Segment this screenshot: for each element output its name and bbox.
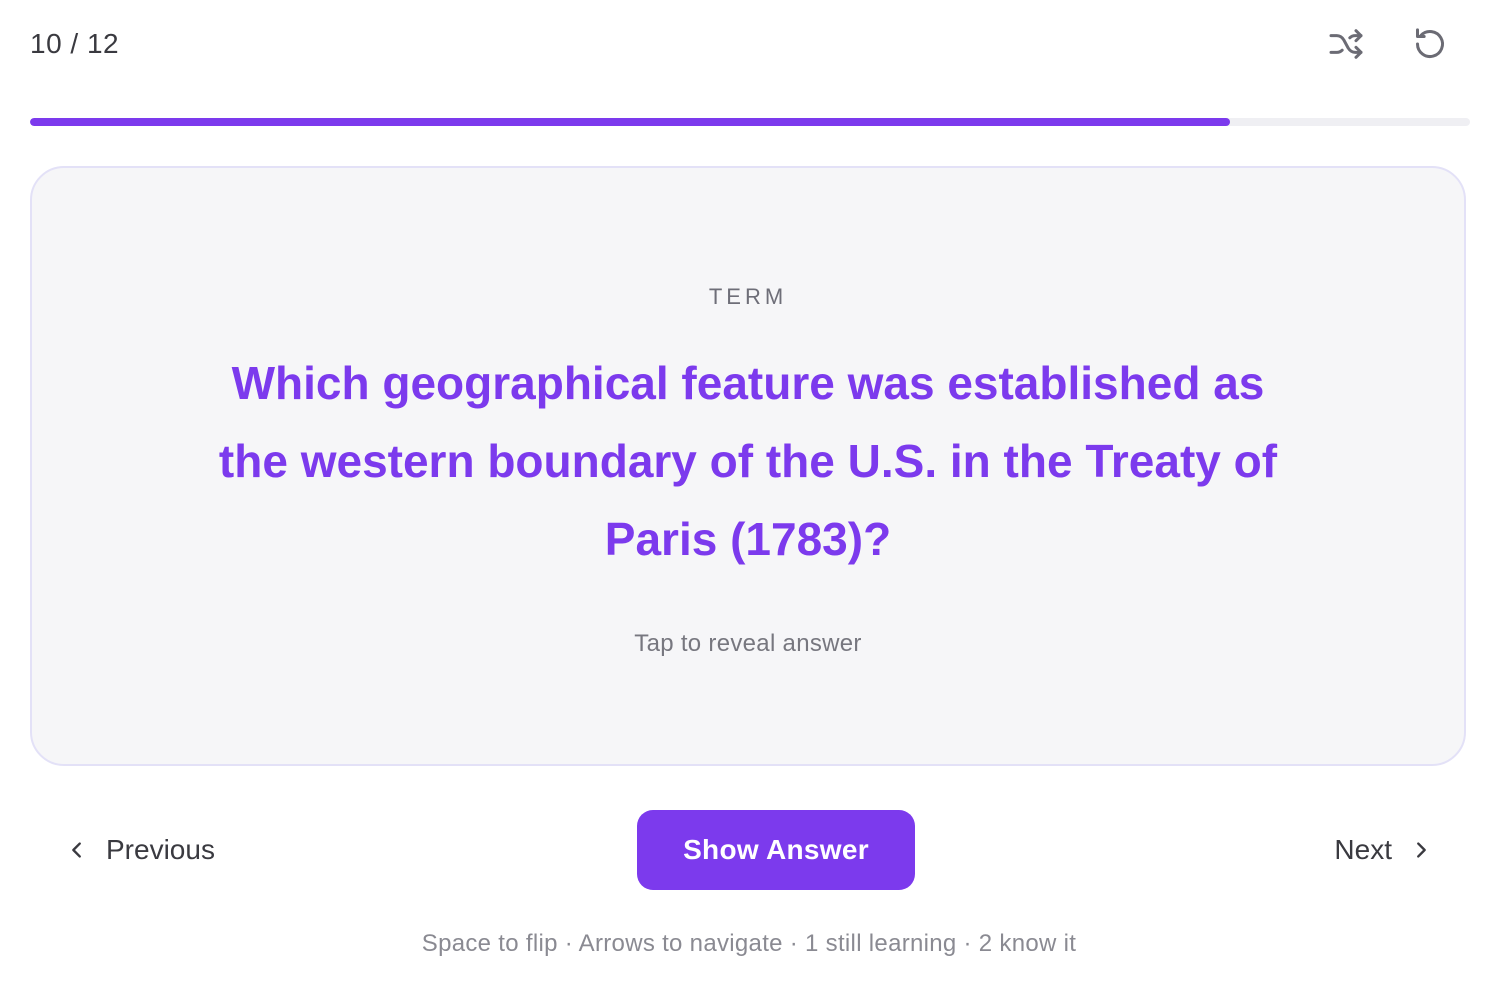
reset-icon	[1416, 28, 1444, 58]
reset-button[interactable]	[1406, 20, 1454, 68]
top-bar: 10 / 12	[30, 22, 1468, 66]
navigation-row: Previous Show Answer Next	[30, 810, 1468, 890]
next-button[interactable]: Next	[1334, 810, 1432, 890]
flashcard[interactable]: TERM Which geographical feature was esta…	[30, 166, 1466, 766]
previous-label: Previous	[106, 834, 215, 865]
card-counter: 10 / 12	[30, 28, 120, 59]
progress-bar	[30, 118, 1470, 126]
card-question: Which geographical feature was establish…	[218, 357, 1278, 565]
card-side-label: TERM	[708, 284, 788, 309]
keyboard-shortcuts-hint: Space to flip · Arrows to navigate · 1 s…	[421, 930, 1077, 957]
flashcard-page: 10 / 12 TERM Which geographical feature …	[0, 0, 1498, 982]
shuffle-icon	[1329, 29, 1363, 59]
previous-button[interactable]: Previous	[66, 810, 215, 890]
chevron-right-icon	[1417, 842, 1426, 858]
chevron-left-icon	[72, 842, 81, 858]
shuffle-button[interactable]	[1322, 20, 1370, 68]
top-actions	[1322, 20, 1454, 68]
show-answer-button[interactable]: Show Answer	[637, 810, 915, 890]
card-reveal-hint: Tap to reveal answer	[634, 630, 862, 657]
next-label: Next	[1334, 834, 1392, 865]
progress-bar-fill	[30, 118, 1230, 126]
